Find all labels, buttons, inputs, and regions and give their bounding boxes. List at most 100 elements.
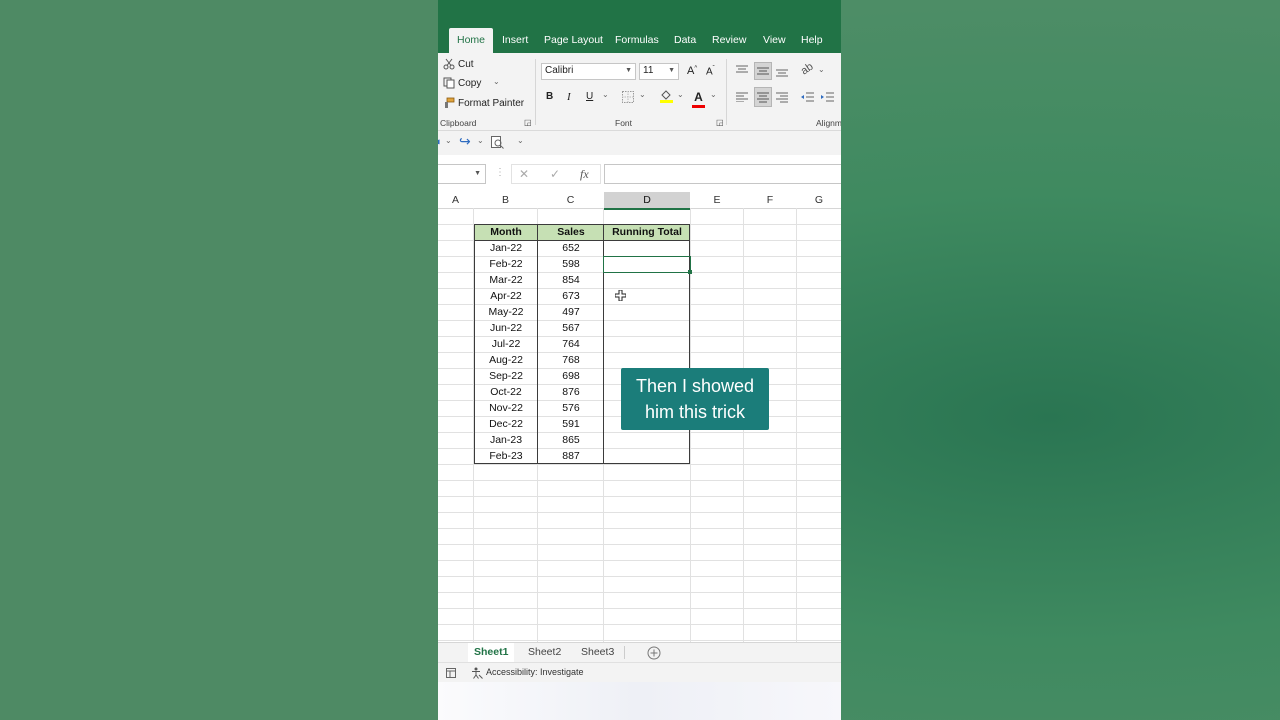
dialog-launcher-icon[interactable]: ◲ [524, 118, 532, 127]
sheet-tab-sheet1[interactable]: Sheet1 [468, 643, 515, 664]
cell-sales[interactable]: 652 [538, 240, 604, 256]
column-header-b[interactable]: B [474, 192, 537, 209]
tab-data[interactable]: Data [674, 28, 696, 53]
cell-month[interactable]: Sep-22 [474, 368, 538, 384]
paintbrush-icon [443, 97, 455, 109]
gridline [438, 480, 841, 481]
align-center-button[interactable] [754, 87, 772, 107]
cell-month[interactable]: Apr-22 [474, 288, 538, 304]
redo-icon[interactable]: ↪ [459, 133, 471, 150]
cell-month[interactable]: Feb-23 [474, 448, 538, 464]
sheet-tab-sheet2[interactable]: Sheet2 [528, 643, 561, 662]
chevron-down-icon[interactable]: ⌄ [493, 77, 500, 86]
column-header-e[interactable]: E [691, 192, 743, 209]
header-running-total[interactable]: Running Total [604, 224, 690, 240]
accessibility-icon[interactable] [471, 667, 483, 679]
cell-month[interactable]: Feb-22 [474, 256, 538, 272]
header-month[interactable]: Month [474, 224, 538, 240]
font-color-icon[interactable]: A [692, 88, 705, 108]
insert-function-button[interactable]: fx [580, 167, 589, 181]
chevron-down-icon[interactable]: ⌄ [710, 90, 717, 99]
fill-handle[interactable] [688, 270, 692, 274]
column-header-f[interactable]: F [744, 192, 796, 209]
chevron-down-icon[interactable]: ⌄ [818, 65, 825, 74]
tab-page-layout[interactable]: Page Layout [544, 28, 603, 53]
cell-month[interactable]: Oct-22 [474, 384, 538, 400]
cell-month[interactable]: Jan-22 [474, 240, 538, 256]
gridline [438, 624, 841, 625]
add-sheet-icon[interactable] [647, 646, 661, 660]
print-preview-icon[interactable] [491, 136, 504, 149]
cell-sales[interactable]: 576 [538, 400, 604, 416]
cell-sales[interactable]: 497 [538, 304, 604, 320]
column-header-g[interactable]: G [797, 192, 841, 209]
cell-sales[interactable]: 591 [538, 416, 604, 432]
cell-month[interactable]: Dec-22 [474, 416, 538, 432]
orientation-icon[interactable]: ab [799, 61, 816, 78]
cell-sales[interactable]: 698 [538, 368, 604, 384]
fill-color-icon[interactable] [660, 89, 673, 103]
undo-icon[interactable]: ◖ [438, 136, 442, 148]
formula-input[interactable] [604, 164, 841, 184]
tab-help[interactable]: Help [801, 28, 823, 53]
italic-button[interactable]: I [567, 91, 571, 103]
cell-sales[interactable]: 854 [538, 272, 604, 288]
column-header-a[interactable]: A [438, 192, 473, 209]
ribbon-tabs: Home Insert Page Layout Formulas Data Re… [438, 28, 841, 53]
selected-cell-d3[interactable] [603, 256, 691, 273]
accessibility-status[interactable]: Accessibility: Investigate [486, 667, 584, 677]
align-top-icon[interactable] [736, 65, 748, 75]
bold-button[interactable]: B [546, 91, 553, 102]
name-box[interactable]: ▼ [438, 164, 486, 184]
cell-sales[interactable]: 567 [538, 320, 604, 336]
cell-sales[interactable]: 598 [538, 256, 604, 272]
dialog-launcher-icon[interactable]: ◲ [716, 118, 724, 127]
cell-month[interactable]: Jan-23 [474, 432, 538, 448]
tab-insert[interactable]: Insert [502, 28, 528, 53]
cell-sales[interactable]: 768 [538, 352, 604, 368]
cell-month[interactable]: Nov-22 [474, 400, 538, 416]
header-sales[interactable]: Sales [538, 224, 604, 240]
enter-icon[interactable]: ✓ [550, 167, 560, 181]
cell-sales[interactable]: 673 [538, 288, 604, 304]
cancel-icon[interactable]: ✕ [519, 167, 529, 181]
chevron-down-icon[interactable]: ⌄ [477, 136, 484, 145]
cell-month[interactable]: Mar-22 [474, 272, 538, 288]
font-name-value: Calibri [545, 65, 574, 76]
increase-indent-icon[interactable] [821, 92, 834, 103]
cell-month[interactable]: Jul-22 [474, 336, 538, 352]
more-options-icon[interactable]: ⋮ [495, 167, 505, 178]
cell-month[interactable]: May-22 [474, 304, 538, 320]
font-name-select[interactable]: Calibri ▼ [541, 63, 636, 80]
tab-formulas[interactable]: Formulas [615, 28, 659, 53]
chevron-down-icon[interactable]: ⌄ [677, 90, 684, 99]
tab-review[interactable]: Review [712, 28, 746, 53]
customize-toolbar-icon[interactable]: ⌄ [517, 136, 524, 145]
column-header-d[interactable]: D [604, 192, 690, 210]
cell-sales[interactable]: 764 [538, 336, 604, 352]
underline-button[interactable]: U [586, 91, 593, 102]
align-right-icon[interactable] [776, 92, 788, 103]
cell-sales[interactable]: 876 [538, 384, 604, 400]
align-middle-icon [757, 67, 769, 75]
borders-icon[interactable] [622, 91, 634, 103]
sheet-tab-sheet3[interactable]: Sheet3 [581, 643, 614, 662]
grow-font-icon[interactable]: A^ [687, 65, 697, 77]
chevron-down-icon[interactable]: ⌄ [602, 90, 609, 99]
align-middle-button[interactable] [754, 62, 772, 80]
tab-view[interactable]: View [763, 28, 786, 53]
chevron-down-icon[interactable]: ⌄ [639, 90, 646, 99]
column-header-c[interactable]: C [538, 192, 603, 209]
shrink-font-icon[interactable]: Aˇ [706, 66, 715, 77]
decrease-indent-icon[interactable] [801, 92, 814, 103]
cell-month[interactable]: Aug-22 [474, 352, 538, 368]
cell-month[interactable]: Jun-22 [474, 320, 538, 336]
cell-sales[interactable]: 887 [538, 448, 604, 464]
taskbar-area [438, 682, 841, 720]
align-bottom-icon[interactable] [776, 68, 788, 78]
font-size-select[interactable]: 11 ▼ [639, 63, 679, 80]
cell-sales[interactable]: 865 [538, 432, 604, 448]
chevron-down-icon[interactable]: ⌄ [445, 136, 452, 145]
align-left-icon[interactable] [736, 92, 748, 102]
tab-home[interactable]: Home [449, 28, 493, 53]
